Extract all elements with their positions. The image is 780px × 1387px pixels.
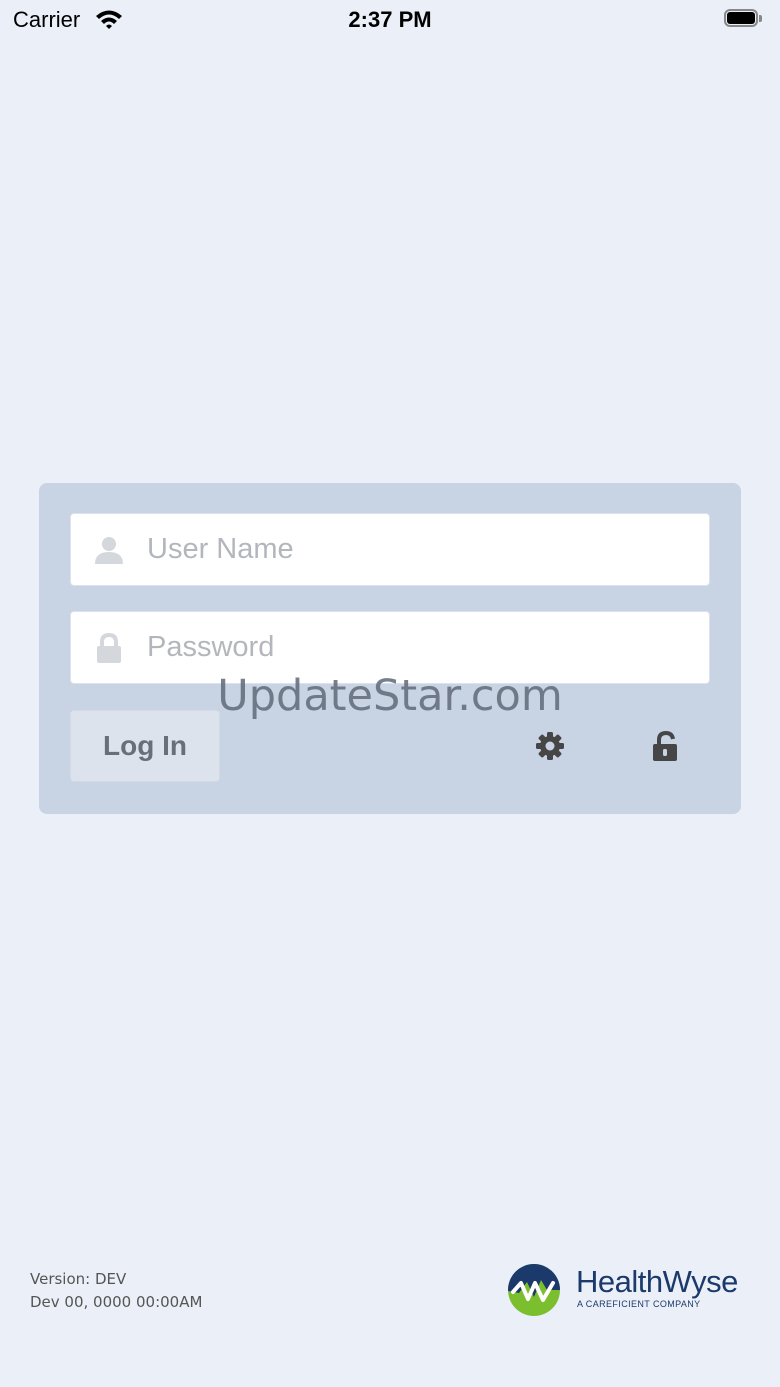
status-bar: Carrier 2:37 PM [0,0,780,40]
healthwyse-logo-mark-icon [507,1263,561,1322]
logo-brand-text: HealthWyse [576,1264,738,1299]
password-input[interactable] [147,612,687,683]
battery-icon [724,9,762,29]
username-field [70,513,710,586]
unlock-icon[interactable] [648,729,682,763]
lock-icon [93,632,125,664]
build-date-label: Dev 00, 0000 00:00AM [30,1293,203,1311]
login-button[interactable]: Log In [70,710,220,782]
gear-icon[interactable] [533,729,567,763]
clock: 2:37 PM [348,7,432,32]
version-info: Version: DEV Dev 00, 0000 00:00AM [30,1268,202,1314]
username-input[interactable] [147,514,687,585]
healthwyse-logo: HealthWyse A CAREFICIENT COMPANY [507,1261,747,1321]
logo-tagline: A CAREFICIENT COMPANY [577,1299,701,1309]
password-field [70,611,710,684]
version-label: Version: DEV [30,1270,127,1288]
login-panel: Log In [39,483,741,814]
user-icon [93,534,125,566]
